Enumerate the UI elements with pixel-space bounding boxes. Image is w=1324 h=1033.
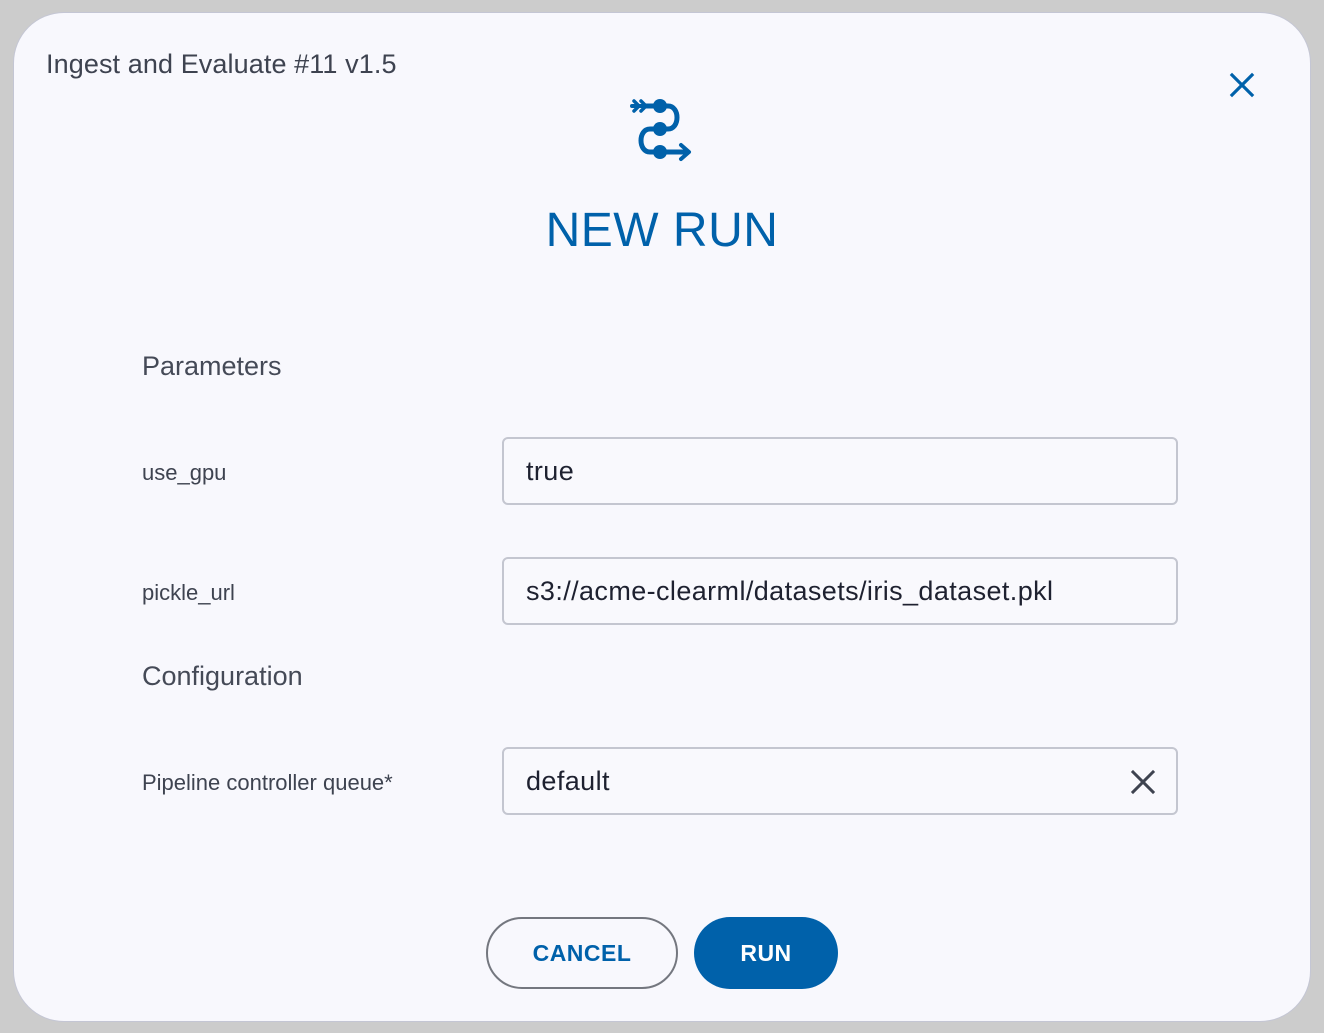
run-button[interactable]: RUN <box>694 917 838 989</box>
cancel-button[interactable]: CANCEL <box>486 917 678 989</box>
close-icon <box>1229 72 1255 98</box>
field-label-use-gpu: use_gpu <box>142 460 227 485</box>
pickle-url-input[interactable] <box>526 559 1126 623</box>
close-button[interactable] <box>1224 67 1260 103</box>
clear-icon <box>1130 769 1156 795</box>
pipeline-queue-input[interactable] <box>526 749 1126 813</box>
use-gpu-field[interactable] <box>502 437 1178 505</box>
section-title-parameters: Parameters <box>142 351 282 381</box>
use-gpu-input[interactable] <box>526 439 1126 503</box>
pickle-url-field[interactable] <box>502 557 1178 625</box>
dialog-headline: NEW RUN <box>545 204 779 257</box>
pipeline-icon <box>626 98 698 162</box>
pipeline-queue-field[interactable] <box>502 747 1178 815</box>
new-run-dialog: Ingest and Evaluate #11 v1.5 NEW RUN Par… <box>14 13 1310 1021</box>
field-label-pipeline-queue: Pipeline controller queue* <box>142 770 393 795</box>
field-label-pickle-url: pickle_url <box>142 580 235 605</box>
clear-queue-button[interactable] <box>1128 767 1158 797</box>
section-title-configuration: Configuration <box>142 661 303 691</box>
dialog-title: Ingest and Evaluate #11 v1.5 <box>46 49 397 79</box>
